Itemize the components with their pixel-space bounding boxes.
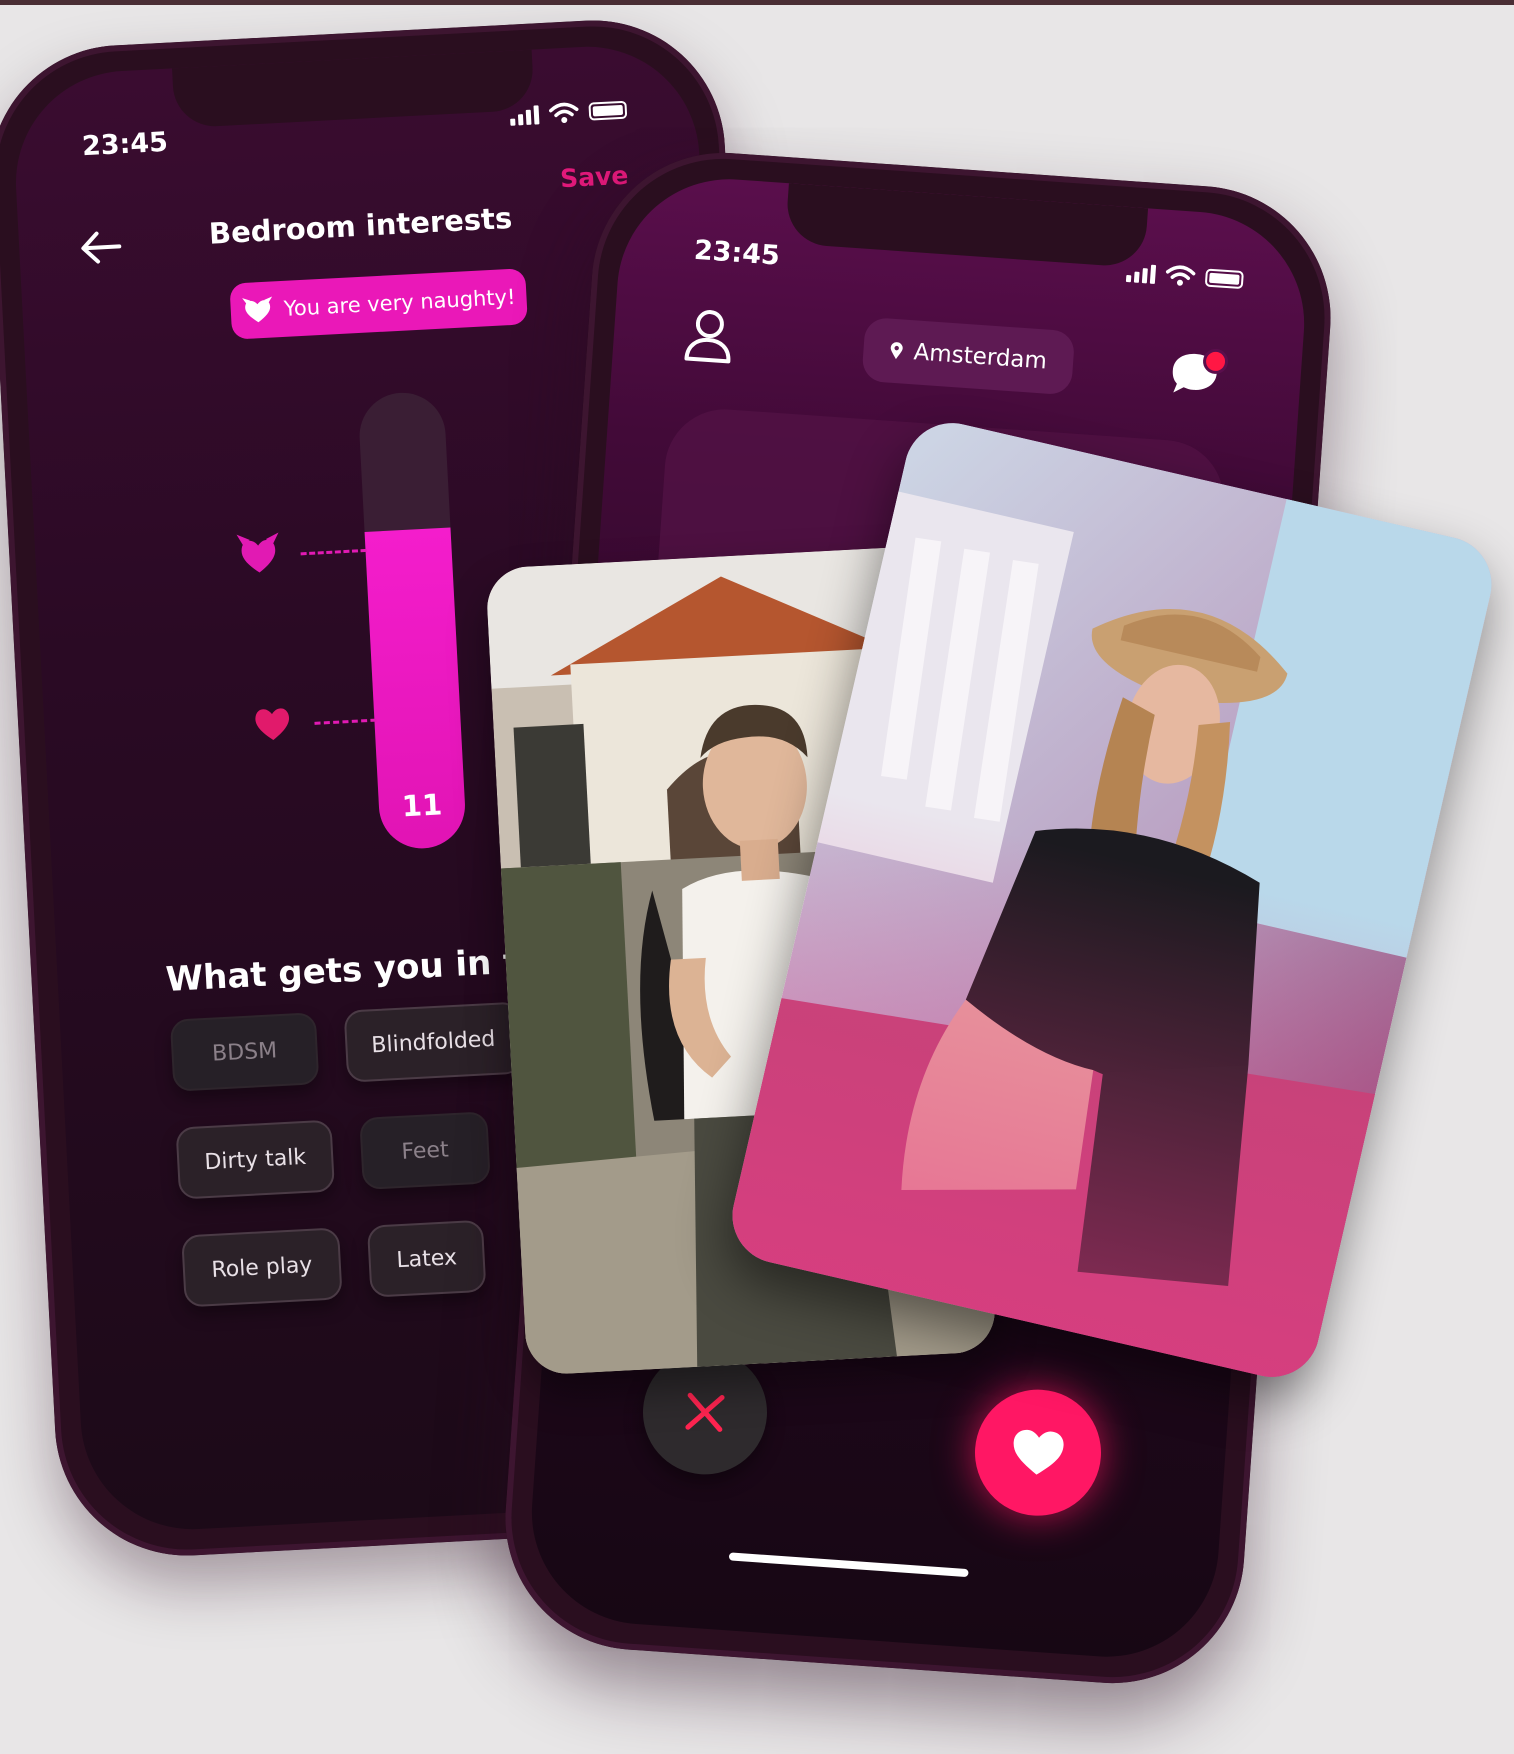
profile-icon[interactable] xyxy=(682,306,736,365)
heart-icon xyxy=(255,708,289,741)
notch xyxy=(172,49,535,129)
slider-fill: 11 xyxy=(364,527,468,851)
naughty-badge: You are very naughty! xyxy=(229,268,528,340)
level-line-low xyxy=(314,718,377,725)
interest-level-slider[interactable]: 11 xyxy=(357,390,468,851)
chip-role-play[interactable]: Role play xyxy=(181,1227,343,1308)
devil-heart-icon xyxy=(242,296,273,323)
chip-feet[interactable]: Feet xyxy=(359,1111,491,1190)
top-border xyxy=(0,0,1514,5)
notch xyxy=(784,183,1149,269)
location-label: Amsterdam xyxy=(912,339,1048,375)
slider-value: 11 xyxy=(400,787,443,824)
badge-text: You are very naughty! xyxy=(283,284,516,321)
save-button[interactable]: Save xyxy=(559,161,629,194)
battery-icon xyxy=(1204,268,1244,290)
battery-icon xyxy=(588,100,628,121)
level-line-high xyxy=(300,548,367,556)
signal-icon xyxy=(509,104,540,126)
status-icons xyxy=(1125,261,1244,291)
close-icon xyxy=(685,1392,725,1432)
chip-dirty-talk[interactable]: Dirty talk xyxy=(175,1119,336,1200)
status-time: 23:45 xyxy=(692,234,781,272)
chip-blindfolded[interactable]: Blindfolded xyxy=(343,1001,524,1083)
chip-bdsm[interactable]: BDSM xyxy=(169,1012,320,1092)
status-icons xyxy=(509,99,628,127)
devil-heart-icon xyxy=(236,532,279,573)
wifi-icon xyxy=(549,102,579,123)
home-indicator xyxy=(728,1552,969,1578)
status-time: 23:45 xyxy=(81,126,169,163)
chat-icon[interactable] xyxy=(1165,344,1231,404)
like-button[interactable] xyxy=(970,1385,1106,1520)
location-selector[interactable]: Amsterdam xyxy=(861,316,1076,396)
signal-icon xyxy=(1125,262,1157,284)
heart-icon xyxy=(1013,1429,1064,1475)
wifi-icon xyxy=(1165,265,1196,286)
chip-latex[interactable]: Latex xyxy=(366,1219,487,1298)
pin-icon xyxy=(890,342,903,360)
